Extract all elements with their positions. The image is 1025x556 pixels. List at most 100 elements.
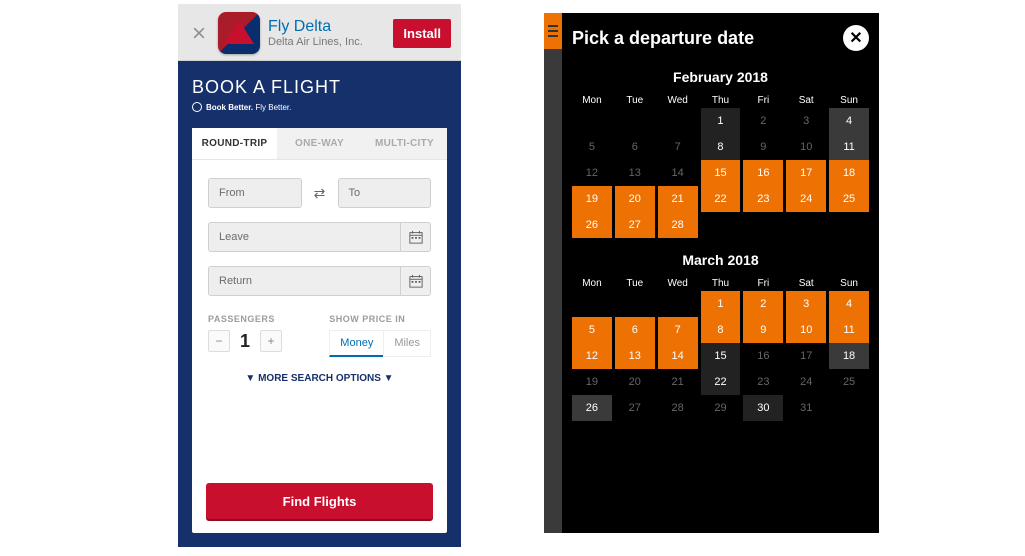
day-cell[interactable]: 13: [615, 343, 655, 369]
day-cell[interactable]: 11: [829, 134, 869, 160]
day-cell[interactable]: 20: [615, 369, 655, 395]
day-cell[interactable]: 19: [572, 186, 612, 212]
leave-calendar-button[interactable]: [401, 222, 431, 252]
day-cell[interactable]: 8: [701, 134, 741, 160]
tab-multi-city[interactable]: MULTI-CITY: [362, 128, 447, 159]
swap-icon[interactable]: ⇄: [308, 185, 332, 202]
day-cell[interactable]: 26: [572, 212, 612, 238]
day-cell[interactable]: 2: [743, 108, 783, 134]
day-cell[interactable]: 11: [829, 317, 869, 343]
day-cell[interactable]: 7: [658, 134, 698, 160]
day-cell[interactable]: 28: [658, 395, 698, 421]
day-cell[interactable]: 27: [615, 212, 655, 238]
weekday-label: Sat: [786, 93, 826, 108]
weekday-label: Fri: [743, 93, 783, 108]
day-cell[interactable]: 7: [658, 317, 698, 343]
tab-one-way[interactable]: ONE-WAY: [277, 128, 362, 159]
day-cell[interactable]: 10: [786, 317, 826, 343]
day-cell[interactable]: 24: [786, 186, 826, 212]
trip-type-tabs: ROUND-TRIP ONE-WAY MULTI-CITY: [192, 128, 447, 160]
day-cell[interactable]: 15: [701, 343, 741, 369]
day-cell[interactable]: 29: [701, 395, 741, 421]
day-cell[interactable]: 24: [786, 369, 826, 395]
day-cell[interactable]: 23: [743, 369, 783, 395]
day-cell[interactable]: 26: [572, 395, 612, 421]
day-cell[interactable]: 17: [786, 343, 826, 369]
day-cell[interactable]: 3: [786, 108, 826, 134]
week-row: 12131415161718: [572, 343, 869, 369]
price-tab-money[interactable]: Money: [329, 330, 383, 357]
calendar-icon: [409, 274, 423, 288]
month-title: February 2018: [572, 69, 869, 85]
day-cell[interactable]: 22: [701, 186, 741, 212]
day-cell[interactable]: 31: [786, 395, 826, 421]
close-icon[interactable]: ✕: [843, 25, 869, 51]
passenger-decrement[interactable]: −: [208, 330, 230, 352]
more-options-toggle[interactable]: ▼ MORE SEARCH OPTIONS ▼: [208, 373, 431, 384]
close-icon[interactable]: [188, 22, 210, 44]
weekday-label: Wed: [658, 93, 698, 108]
day-cell[interactable]: 25: [829, 369, 869, 395]
weekday-label: Sun: [829, 93, 869, 108]
day-cell[interactable]: 1: [701, 291, 741, 317]
day-cell[interactable]: 23: [743, 186, 783, 212]
day-cell[interactable]: 14: [658, 343, 698, 369]
to-input[interactable]: To: [338, 178, 432, 208]
month-block: March 2018MonTueWedThuFriSatSun123456789…: [572, 252, 869, 421]
day-cell[interactable]: 1: [701, 108, 741, 134]
day-cell[interactable]: 16: [743, 343, 783, 369]
week-row: 19202122232425: [572, 369, 869, 395]
day-cell[interactable]: 9: [743, 134, 783, 160]
day-cell[interactable]: 12: [572, 343, 612, 369]
from-input[interactable]: From: [208, 178, 302, 208]
day-cell[interactable]: 21: [658, 186, 698, 212]
find-flights-button[interactable]: Find Flights: [206, 483, 433, 519]
price-col: SHOW PRICE IN Money Miles: [329, 314, 431, 357]
picker-sidebar: [544, 13, 562, 533]
passenger-increment[interactable]: +: [260, 330, 282, 352]
day-cell[interactable]: 28: [658, 212, 698, 238]
day-cell[interactable]: 30: [743, 395, 783, 421]
day-cell[interactable]: 3: [786, 291, 826, 317]
install-button[interactable]: Install: [393, 19, 451, 48]
day-cell[interactable]: 8: [701, 317, 741, 343]
day-cell[interactable]: 5: [572, 317, 612, 343]
month-block: February 2018MonTueWedThuFriSatSun123456…: [572, 69, 869, 238]
tagline-icon: [192, 102, 202, 112]
day-cell[interactable]: 9: [743, 317, 783, 343]
price-tab-miles[interactable]: Miles: [383, 330, 431, 357]
weekday-label: Tue: [615, 93, 655, 108]
weekday-row: MonTueWedThuFriSatSun: [572, 276, 869, 291]
day-cell[interactable]: 5: [572, 134, 612, 160]
app-install-banner: Fly Delta Delta Air Lines, Inc. Install: [178, 4, 461, 61]
picker-main: Pick a departure date ✕ February 2018Mon…: [562, 13, 879, 533]
weekday-label: Mon: [572, 276, 612, 291]
day-cell[interactable]: 17: [786, 160, 826, 186]
tab-round-trip[interactable]: ROUND-TRIP: [192, 128, 277, 159]
day-cell[interactable]: 16: [743, 160, 783, 186]
day-cell[interactable]: 6: [615, 317, 655, 343]
day-cell[interactable]: 12: [572, 160, 612, 186]
day-cell[interactable]: 2: [743, 291, 783, 317]
price-label: SHOW PRICE IN: [329, 314, 431, 324]
day-cell[interactable]: 21: [658, 369, 698, 395]
return-input[interactable]: Return: [208, 266, 401, 296]
passengers-label: PASSENGERS: [208, 314, 303, 324]
day-cell[interactable]: 19: [572, 369, 612, 395]
day-cell[interactable]: 22: [701, 369, 741, 395]
day-cell[interactable]: 18: [829, 343, 869, 369]
leave-input[interactable]: Leave: [208, 222, 401, 252]
day-cell[interactable]: 15: [701, 160, 741, 186]
day-cell[interactable]: 4: [829, 291, 869, 317]
day-cell[interactable]: 27: [615, 395, 655, 421]
day-cell[interactable]: 18: [829, 160, 869, 186]
day-cell[interactable]: 14: [658, 160, 698, 186]
day-cell[interactable]: 4: [829, 108, 869, 134]
day-cell[interactable]: 10: [786, 134, 826, 160]
day-cell[interactable]: 20: [615, 186, 655, 212]
day-cell[interactable]: 25: [829, 186, 869, 212]
day-cell[interactable]: 13: [615, 160, 655, 186]
menu-icon[interactable]: [544, 13, 562, 49]
return-calendar-button[interactable]: [401, 266, 431, 296]
day-cell[interactable]: 6: [615, 134, 655, 160]
